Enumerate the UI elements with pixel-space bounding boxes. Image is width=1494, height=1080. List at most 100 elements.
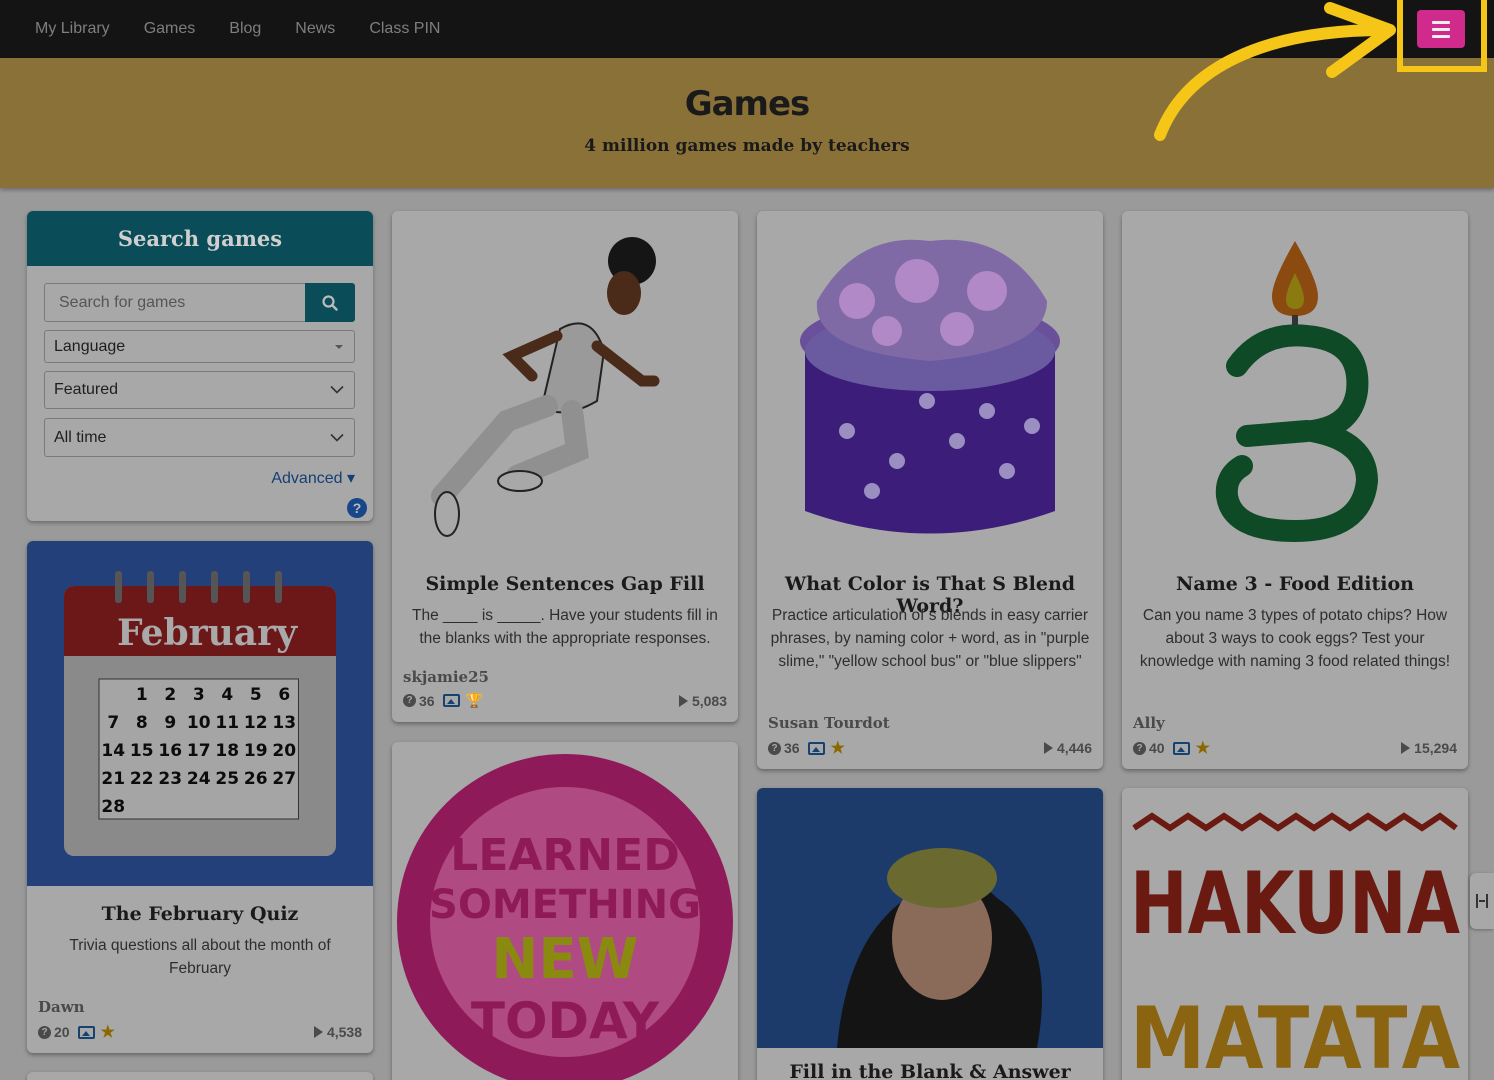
star-icon: ★ [100, 1024, 115, 1041]
card-description: Trivia questions all about the month of … [69, 937, 331, 977]
game-card[interactable]: LEARNED SOMETHING NEW TODAY [392, 742, 738, 1080]
card-description: The ____ is _____. Have your students fi… [412, 607, 718, 647]
game-card[interactable]: Name 3 - Food Edition Can you name 3 typ… [1122, 211, 1468, 769]
sort-select[interactable]: Featured [44, 371, 355, 409]
slime-image [757, 211, 1103, 556]
calendar-day: 27 [272, 769, 296, 789]
calendar-day: 17 [187, 741, 211, 761]
card-description: Practice articulation of s blends in eas… [770, 607, 1090, 670]
image-icon [807, 741, 825, 755]
calendar-day: 26 [244, 769, 268, 789]
star-icon: ★ [830, 740, 845, 757]
annotation-arrow-icon [1154, 2, 1396, 141]
nav-news[interactable]: News [295, 20, 335, 38]
caret-down-icon [335, 344, 343, 349]
card-author: Susan Tourdot [768, 714, 890, 732]
nav-games[interactable]: Games [144, 20, 196, 38]
highlight-box [1397, 0, 1487, 72]
question-icon: ? [38, 1025, 51, 1039]
collapse-icon [1476, 894, 1488, 908]
calendar-day: 7 [107, 713, 119, 733]
play-icon [1043, 742, 1053, 754]
calendar-day: 3 [193, 685, 205, 705]
calendar-day: 12 [244, 713, 268, 733]
search-button[interactable] [305, 283, 355, 322]
card-description: Can you name 3 types of potato chips? Ho… [1139, 607, 1451, 670]
time-select[interactable]: All time [44, 418, 355, 457]
calendar-day: 8 [136, 713, 148, 733]
chevron-down-icon [330, 433, 344, 442]
question-icon: ? [768, 741, 781, 755]
svg-text:NEW: NEW [492, 927, 639, 992]
calendar-day: 21 [101, 769, 125, 789]
search-heading: Search games [27, 211, 373, 266]
calendar-day: 11 [215, 713, 239, 733]
nav-my-library[interactable]: My Library [35, 20, 110, 38]
calendar-day: 24 [187, 769, 211, 789]
card-meta: ? 36 🏆 5,083 [403, 692, 727, 709]
search-input[interactable] [44, 283, 305, 322]
laughing-person-image [757, 788, 1103, 1048]
card-title: The February Quiz [101, 903, 299, 925]
image-icon [1172, 741, 1190, 755]
calendar-day: 14 [101, 741, 125, 761]
calendar-day: 5 [250, 685, 262, 705]
card-meta: ? 36 ★ 4,446 [768, 738, 1092, 758]
trophy-icon: 🏆 [465, 692, 484, 708]
card-author: Dawn [38, 998, 85, 1016]
language-select[interactable]: Language [44, 330, 355, 363]
svg-text:TODAY: TODAY [471, 992, 660, 1050]
calendar-day: 25 [215, 769, 239, 789]
side-tab[interactable] [1470, 873, 1494, 929]
calendar-day: 18 [215, 741, 239, 761]
calendar-day: 13 [272, 713, 296, 733]
game-card[interactable]: What Color is That S Blend Word? Practic… [757, 211, 1103, 769]
calendar-day: 6 [278, 685, 290, 705]
svg-text:MATATA: MATATA [1130, 989, 1460, 1080]
calendar-day: 1 [136, 685, 148, 705]
search-panel: Search games Language Featured All time … [27, 211, 373, 521]
help-icon[interactable]: ? [347, 498, 367, 518]
nav-blog[interactable]: Blog [229, 20, 261, 38]
nav-class-pin[interactable]: Class PIN [369, 20, 440, 38]
card-meta: ? 20 ★ 4,538 [38, 1022, 362, 1042]
calendar-day: 2 [164, 685, 176, 705]
game-card[interactable]: Fill in the Blank & Answer [757, 788, 1103, 1080]
calendar-day: 10 [187, 713, 211, 733]
image-icon [442, 694, 460, 707]
calendar-day: 19 [244, 741, 268, 761]
play-icon [678, 694, 688, 707]
calendar-image: February 1 2 3 4 5 67 8 9 10 11 12 1314 15 16 17 18 19 20… [27, 541, 373, 886]
card-title: Simple Sentences Gap Fill [425, 573, 705, 595]
game-card[interactable] [27, 1072, 373, 1080]
question-icon: ? [403, 694, 416, 707]
card-title: Name 3 - Food Edition [1176, 573, 1414, 595]
calendar-day: 15 [130, 741, 154, 761]
question-icon: ? [1133, 741, 1146, 755]
calendar-day: 22 [130, 769, 154, 789]
runner-image [392, 211, 738, 556]
search-row [44, 283, 355, 322]
search-icon [322, 294, 338, 311]
card-title: Fill in the Blank & Answer [789, 1061, 1071, 1080]
badge-image: LEARNED SOMETHING NEW TODAY [392, 742, 738, 1080]
play-icon [313, 1026, 323, 1038]
calendar-day: 23 [158, 769, 182, 789]
calendar-day: 9 [164, 713, 176, 733]
svg-text:HAKUNA: HAKUNA [1130, 854, 1460, 954]
image-icon [77, 1025, 95, 1039]
card-meta: ? 40 ★ 15,294 [1133, 738, 1457, 758]
star-icon: ★ [1195, 740, 1210, 757]
advanced-link[interactable]: Advanced ▾ [271, 468, 355, 488]
game-card[interactable]: February 1 2 3 4 5 6 7 8 9 10 11 12 13 14 15 16 17 18 19 20… [27, 541, 373, 1053]
card-author: skjamie25 [403, 668, 489, 686]
birthday-candle-image [1122, 211, 1468, 556]
play-icon [1401, 742, 1411, 754]
calendar-day: 16 [158, 741, 182, 761]
game-card[interactable]: Simple Sentences Gap Fill The ____ is __… [392, 211, 738, 722]
calendar-day: 20 [272, 741, 296, 761]
chevron-down-icon [330, 385, 344, 394]
calendar-day: 4 [221, 685, 233, 705]
game-card[interactable]: HAKUNA MATATA [1122, 788, 1468, 1080]
svg-text:February: February [117, 612, 298, 654]
